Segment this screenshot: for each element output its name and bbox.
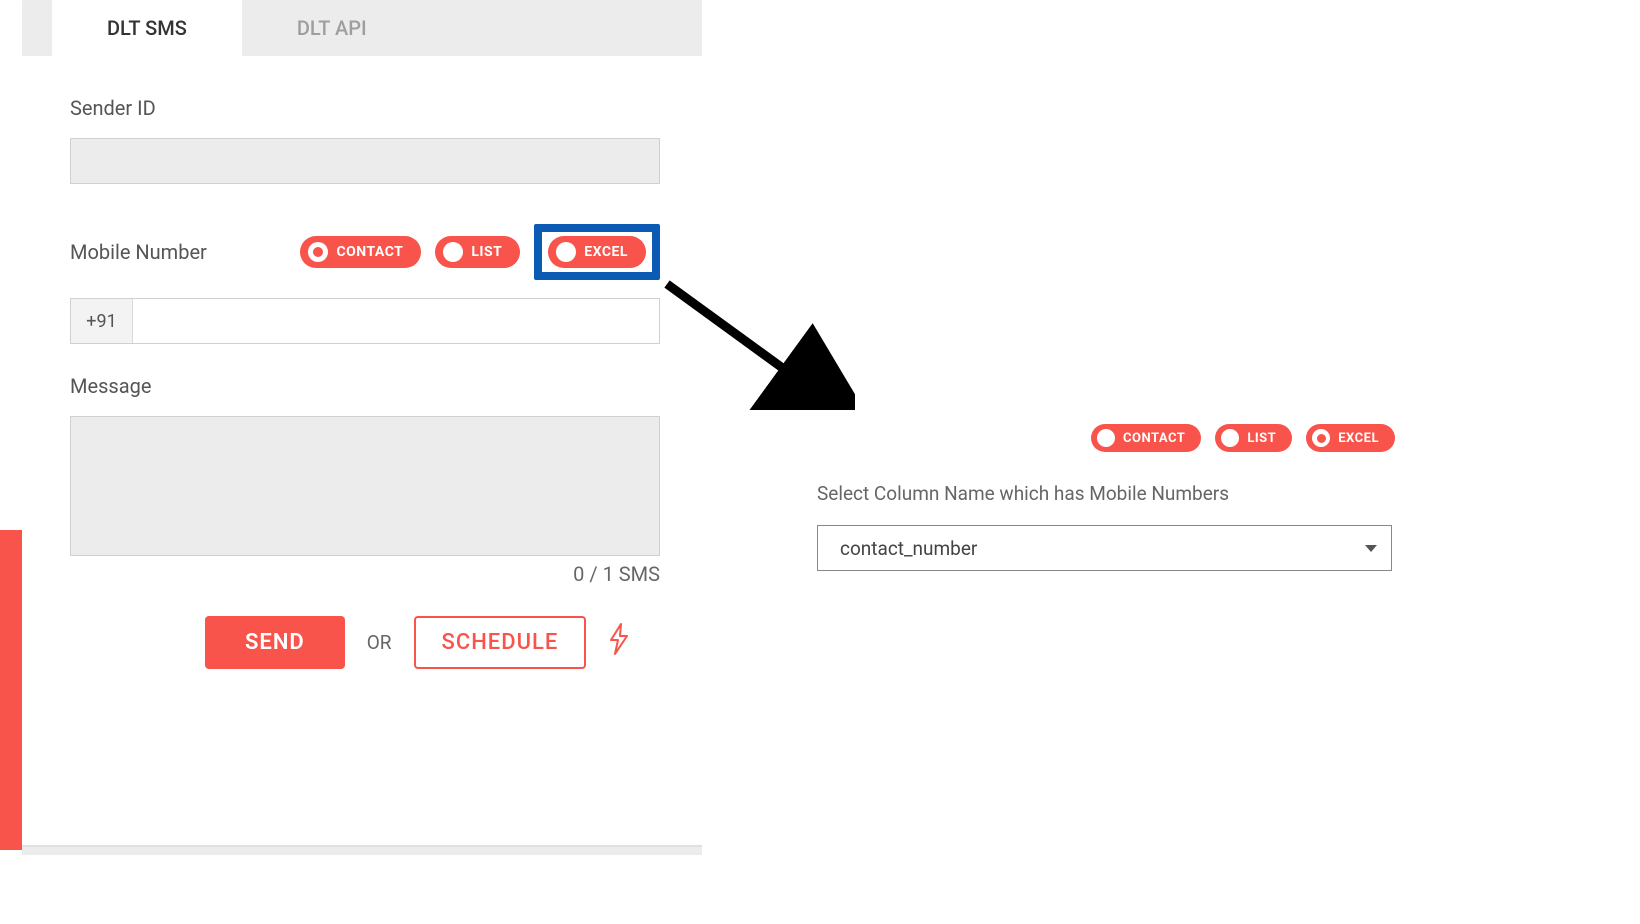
source-pills-right: CONTACT LIST EXCEL xyxy=(817,424,1395,452)
message-textarea[interactable] xyxy=(70,416,660,556)
column-select-label: Select Column Name which has Mobile Numb… xyxy=(817,482,1395,505)
action-row: SEND OR SCHEDULE xyxy=(70,616,654,699)
pill-label: EXCEL xyxy=(584,244,628,260)
side-accent xyxy=(0,530,22,850)
pill-excel-right[interactable]: EXCEL xyxy=(1306,424,1395,452)
radio-dot-icon xyxy=(1221,429,1239,447)
pill-list[interactable]: LIST xyxy=(435,236,520,268)
pill-label: LIST xyxy=(471,244,502,260)
schedule-button[interactable]: SCHEDULE xyxy=(414,616,587,669)
form-body: Sender ID Mobile Number CONTACT LIST EXC… xyxy=(22,56,702,699)
pill-label: LIST xyxy=(1247,431,1276,446)
radio-dot-icon xyxy=(556,242,576,262)
radio-dot-icon xyxy=(1097,429,1115,447)
tabs: DLT SMS DLT API xyxy=(22,0,702,56)
tab-dlt-api[interactable]: DLT API xyxy=(242,0,422,56)
send-button[interactable]: SEND xyxy=(205,616,345,669)
flash-icon[interactable] xyxy=(608,622,630,664)
pill-contact[interactable]: CONTACT xyxy=(300,236,421,268)
sms-counter: 0 / 1 SMS xyxy=(70,562,660,586)
source-pills-left: CONTACT LIST EXCEL xyxy=(300,224,660,280)
tab-dlt-sms[interactable]: DLT SMS xyxy=(52,0,242,56)
select-value: contact_number xyxy=(840,537,977,560)
sender-id-input[interactable] xyxy=(70,138,660,184)
or-text: OR xyxy=(367,631,392,654)
pill-excel[interactable]: EXCEL xyxy=(548,236,646,268)
radio-dot-icon xyxy=(308,242,328,262)
bottom-shade xyxy=(22,847,702,855)
phone-prefix: +91 xyxy=(71,299,133,343)
radio-dot-icon xyxy=(1312,429,1330,447)
chevron-down-icon xyxy=(1365,545,1377,552)
pill-list-right[interactable]: LIST xyxy=(1215,424,1292,452)
message-label: Message xyxy=(70,374,654,398)
pill-label: CONTACT xyxy=(1123,431,1185,446)
pill-label: EXCEL xyxy=(1338,431,1379,446)
pill-contact-right[interactable]: CONTACT xyxy=(1091,424,1201,452)
sender-id-label: Sender ID xyxy=(70,96,654,120)
mobile-label: Mobile Number xyxy=(70,240,207,264)
mobile-field[interactable] xyxy=(133,299,659,343)
column-select[interactable]: contact_number xyxy=(817,525,1392,571)
mobile-input[interactable]: +91 xyxy=(70,298,660,344)
pill-label: CONTACT xyxy=(336,244,403,260)
excel-column-panel: CONTACT LIST EXCEL Select Column Name wh… xyxy=(715,410,1415,591)
callout-highlight: EXCEL xyxy=(534,224,660,280)
radio-dot-icon xyxy=(443,242,463,262)
dlt-sms-form: DLT SMS DLT API Sender ID Mobile Number … xyxy=(22,0,702,699)
